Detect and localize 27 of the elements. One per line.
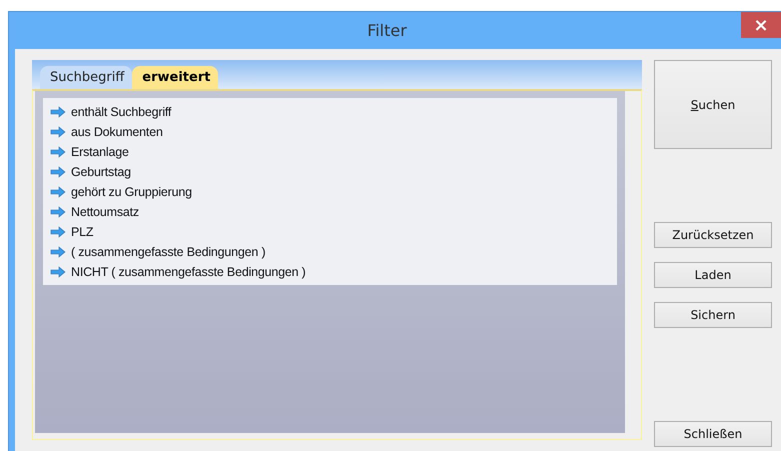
condition-item[interactable]: gehört zu Gruppierung — [71, 185, 192, 199]
tab[interactable]: Suchbegriff — [40, 66, 132, 89]
arrow-icon — [50, 126, 66, 138]
condition-item[interactable]: PLZ — [71, 225, 94, 239]
condition-item[interactable]: NICHT ( zusammengefasste Bedingungen ) — [71, 265, 306, 279]
arrow-icon — [50, 266, 66, 278]
window-title: Filter — [366, 21, 408, 40]
arrow-icon — [50, 146, 66, 158]
arrow-icon — [50, 106, 66, 118]
button[interactable]: Zurücksetzen — [654, 222, 772, 248]
condition-item[interactable]: Nettoumsatz — [71, 205, 139, 219]
button[interactable]: Schließen — [654, 421, 772, 447]
tab[interactable]: erweitert — [132, 66, 218, 89]
condition-item[interactable]: enthält Suchbegriff — [71, 105, 172, 119]
condition-item[interactable]: Erstanlage — [71, 145, 129, 159]
arrow-icon — [50, 246, 66, 258]
button[interactable]: Sichern — [654, 302, 772, 328]
condition-item[interactable]: Geburtstag — [71, 165, 131, 179]
arrow-icon — [50, 226, 66, 238]
condition-item[interactable]: aus Dokumenten — [71, 125, 163, 139]
close-button[interactable]: × — [741, 12, 781, 38]
condition-item[interactable]: ( zusammengefasste Bedingungen ) — [71, 245, 266, 259]
arrow-icon — [50, 166, 66, 178]
arrow-icon — [50, 206, 66, 218]
button[interactable]: Suchen — [654, 60, 772, 149]
arrow-icon — [50, 186, 66, 198]
button[interactable]: Laden — [654, 262, 772, 288]
